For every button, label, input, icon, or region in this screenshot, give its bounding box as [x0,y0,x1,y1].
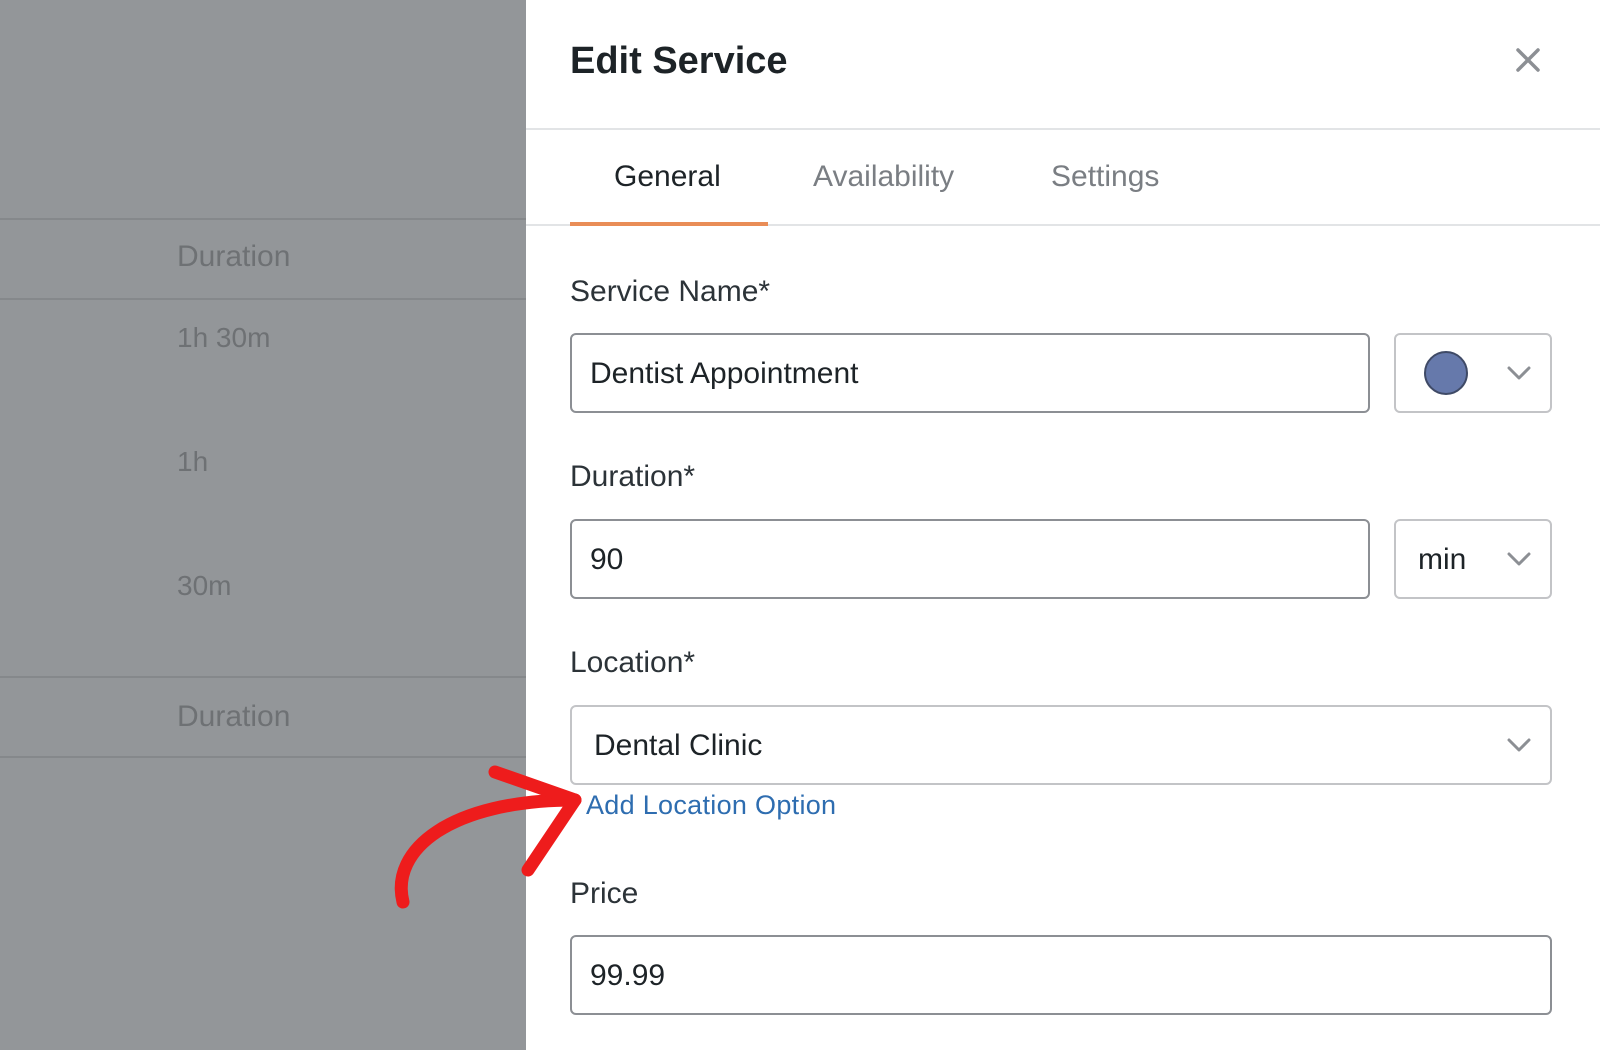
panel-header: Edit Service [526,0,1600,130]
active-tab-indicator [570,222,768,226]
duration-unit-value: min [1418,543,1467,576]
color-swatch [1424,351,1468,395]
tab-settings[interactable]: Settings [1051,160,1159,194]
chevron-down-icon [1507,738,1531,752]
tab-general[interactable]: General [614,160,721,194]
price-value: 99.99 [590,959,666,992]
service-name-label: Service Name* [570,275,771,308]
table-cell-duration: 1h 30m [177,322,271,353]
tab-availability[interactable]: Availability [813,160,954,194]
duration-input[interactable]: 90 [570,519,1370,599]
location-value: Dental Clinic [594,729,763,762]
table-divider [0,756,526,758]
location-label: Location* [570,646,696,679]
close-icon [1516,48,1540,72]
table-footer-duration: Duration [177,700,291,733]
location-select[interactable]: Dental Clinic [570,705,1552,785]
table-header-duration: Duration [177,240,291,273]
tab-bar: General Availability Settings [526,130,1600,226]
table-divider [0,676,526,678]
add-location-option-link[interactable]: Add Location Option [586,790,836,821]
service-name-value: Dentist Appointment [590,357,859,390]
duration-label: Duration* [570,460,696,493]
table-cell-duration: 30m [177,570,232,601]
table-cell-duration: 1h [177,446,209,477]
price-input[interactable]: 99.99 [570,935,1552,1015]
service-name-input[interactable]: Dentist Appointment [570,333,1370,413]
duration-unit-select[interactable]: min [1394,519,1552,599]
table-divider [0,218,526,220]
panel-title: Edit Service [570,40,788,82]
red-arrow-annotation-icon [394,765,582,909]
close-button[interactable] [1510,42,1546,78]
duration-value: 90 [590,543,624,576]
chevron-down-icon [1507,366,1531,380]
chevron-down-icon [1507,552,1531,566]
table-divider [0,298,526,300]
color-picker-select[interactable] [1394,333,1552,413]
edit-service-panel: Edit Service General Availability Settin… [526,0,1600,1050]
